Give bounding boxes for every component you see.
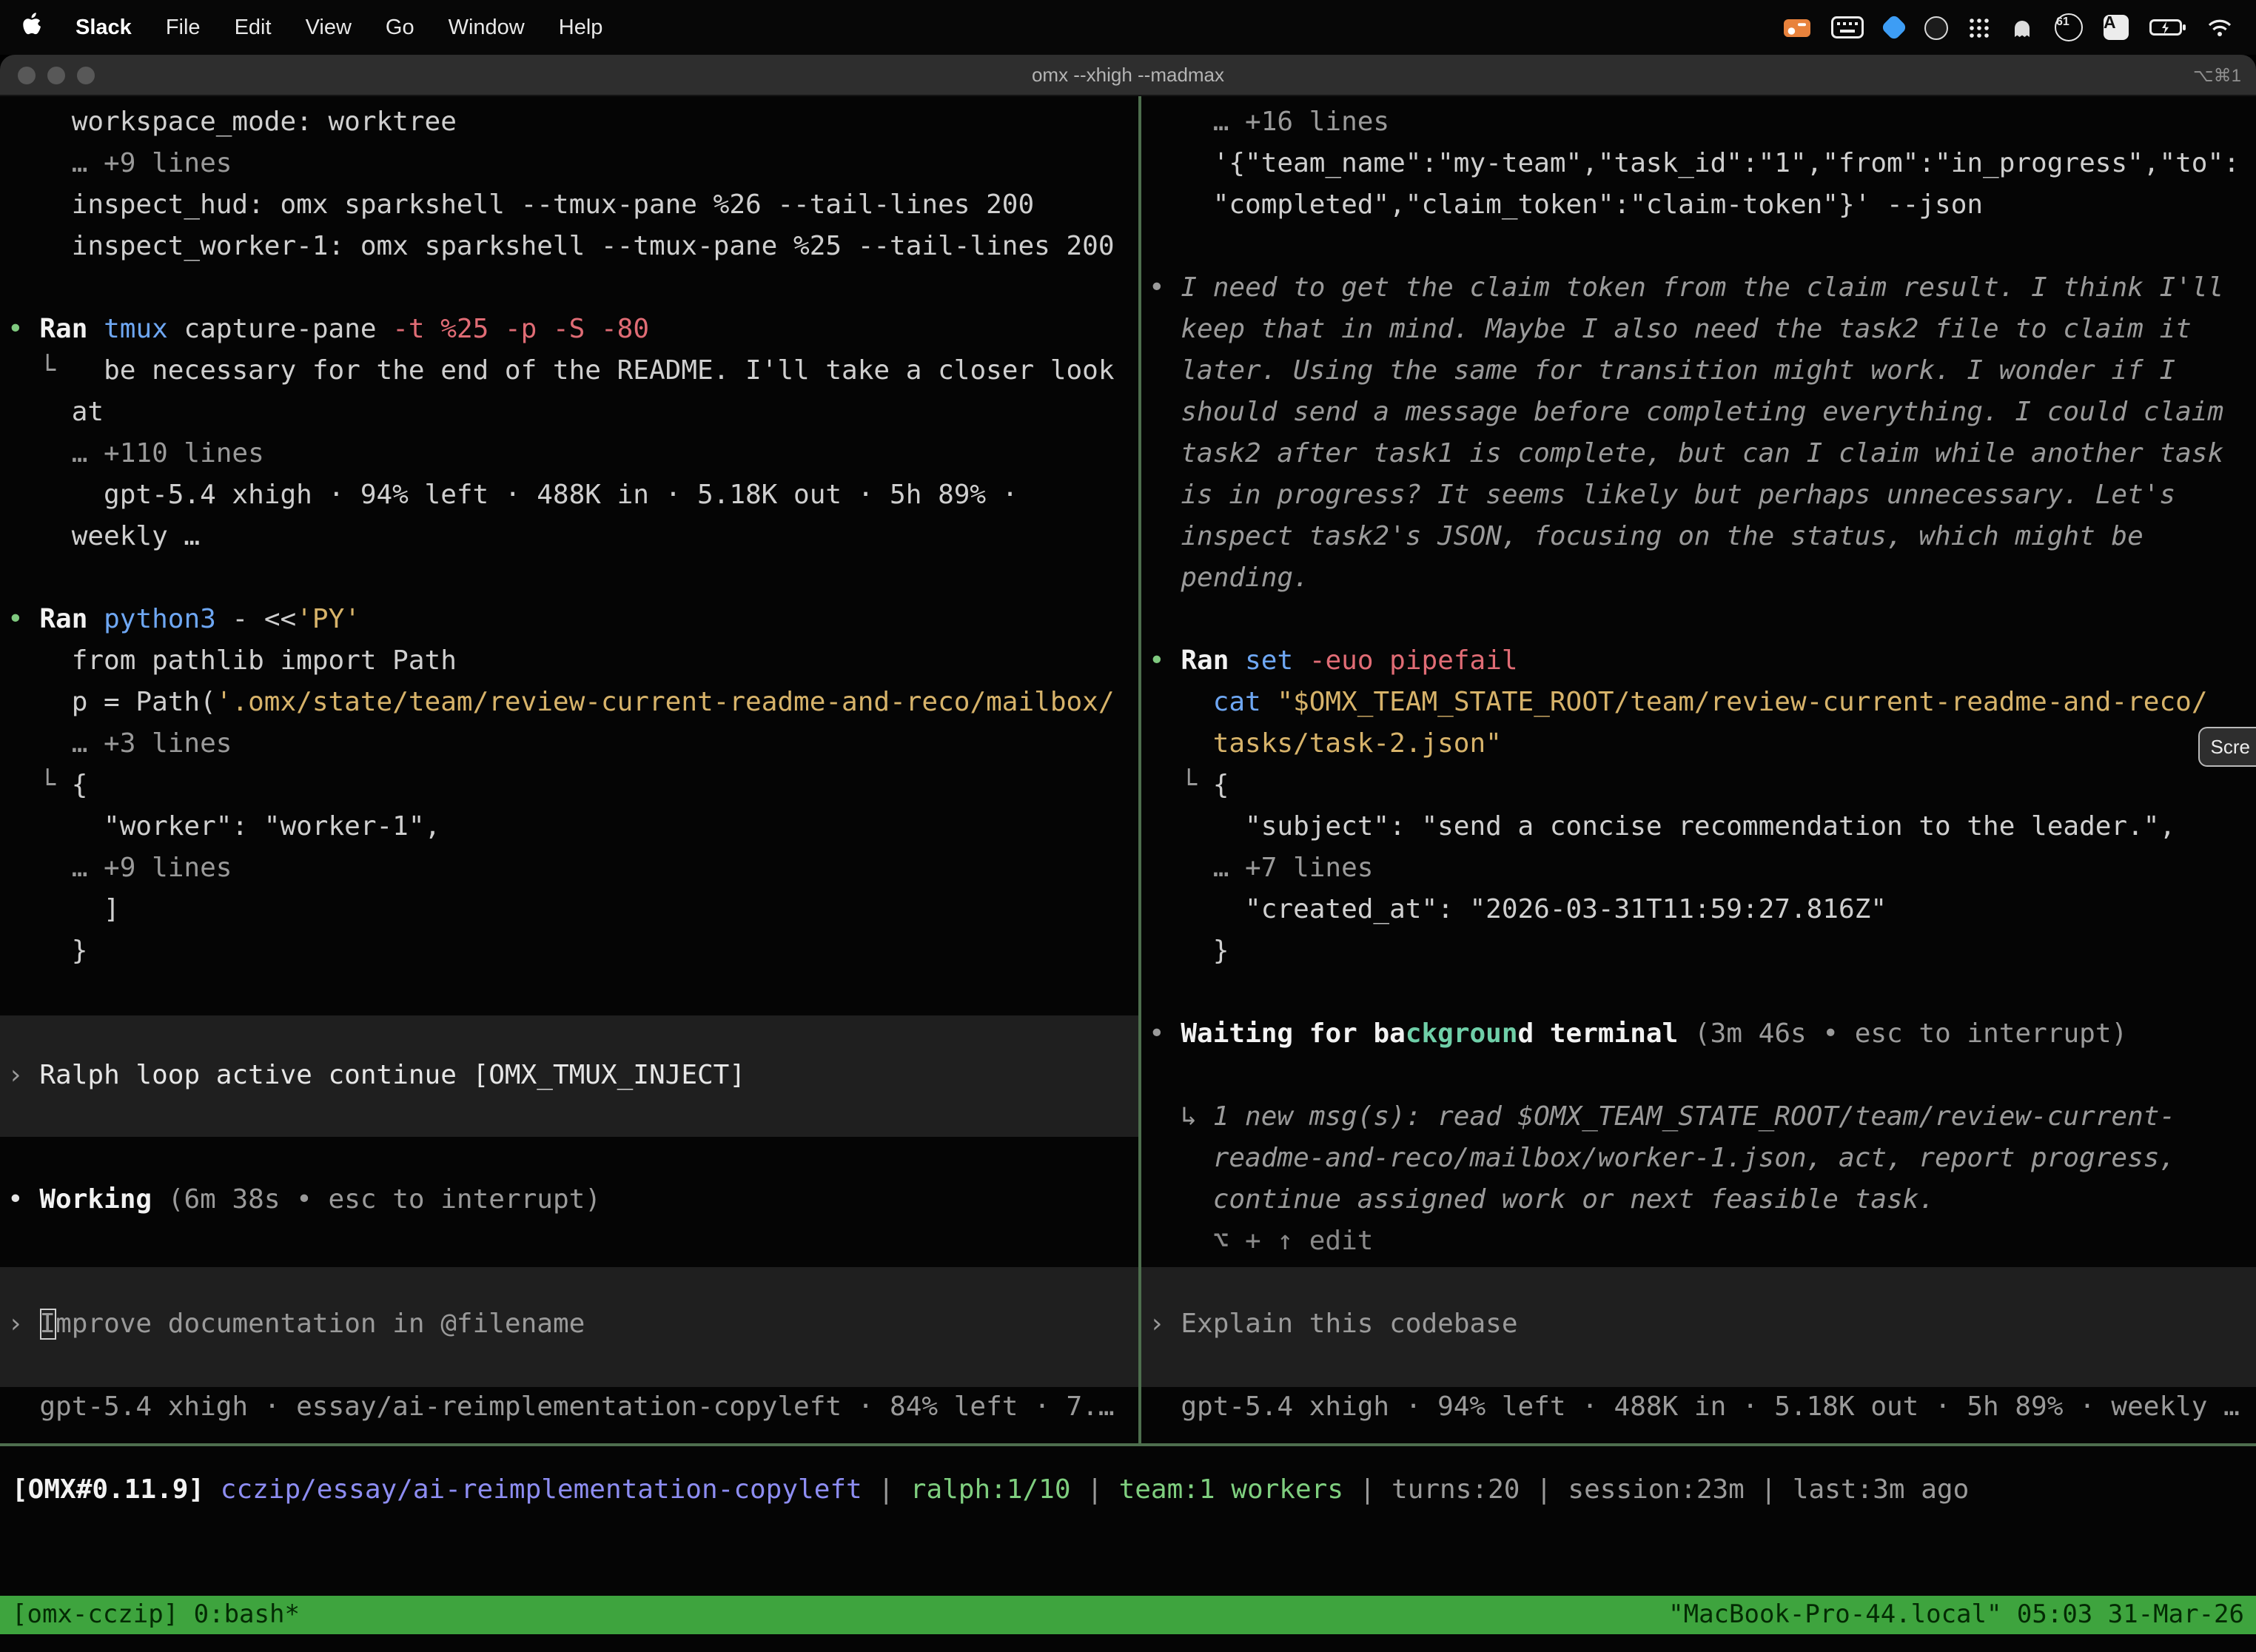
omx-separator: | bbox=[1071, 1474, 1119, 1505]
terminal-row: cat "$OMX_TEAM_STATE_ROOT/team/review-cu… bbox=[1149, 682, 2208, 724]
wifi-icon[interactable] bbox=[2207, 18, 2232, 37]
window-title: omx --xhigh --madmax bbox=[0, 55, 2256, 96]
terminal-window: omx --xhigh --madmax ⌥⌘1 workspace_mode:… bbox=[0, 55, 2256, 1652]
menu-view[interactable]: View bbox=[306, 16, 352, 39]
menu-bar: Slack File Edit View Go Window Help 61 bbox=[0, 0, 2256, 55]
battery-percent-value: 61 bbox=[2056, 15, 2081, 28]
window-titlebar[interactable]: omx --xhigh --madmax ⌥⌘1 bbox=[0, 55, 2256, 96]
menu-app-name[interactable]: Slack bbox=[75, 16, 132, 39]
tmux-host-clock: "MacBook-Pro-44.local" 05:03 31-Mar-26 bbox=[1668, 1594, 2244, 1636]
terminal-row: … +7 lines bbox=[1149, 848, 1373, 890]
terminal-row: • I need to get the claim token from the… bbox=[1149, 268, 2223, 309]
menu-file[interactable]: File bbox=[166, 16, 201, 39]
tmux-status-bar: [omx-cczip] 0:bash* "MacBook-Pro-44.loca… bbox=[0, 1596, 2256, 1634]
terminal-row: • Ran set -euo pipefail bbox=[1149, 641, 1518, 682]
input-source-letter: A bbox=[2104, 15, 2129, 33]
omx-session-stats: | turns:20 | session:23m | last:3m ago bbox=[1343, 1474, 1969, 1505]
menu-window[interactable]: Window bbox=[449, 16, 525, 39]
apple-menu-icon[interactable] bbox=[21, 12, 41, 43]
omx-separator: | bbox=[862, 1474, 910, 1505]
screen-recording-indicator-icon[interactable] bbox=[1784, 17, 1810, 38]
terminal-row: pending. bbox=[1149, 558, 1309, 600]
terminal-row: ⌥ + ↑ edit bbox=[1149, 1221, 1373, 1263]
terminal-row: keep that in mind. Maybe I also need the… bbox=[1149, 309, 2192, 351]
ghost-icon[interactable] bbox=[2010, 17, 2034, 38]
terminal-row: later. Using the same for transition mig… bbox=[1149, 351, 2175, 392]
terminal-row: continue assigned work or next feasible … bbox=[1149, 1180, 1935, 1221]
omx-ralph-counter: ralph:1/10 bbox=[910, 1474, 1071, 1505]
terminal-row: └ { bbox=[1149, 765, 1229, 807]
terminal-row: tasks/task-2.json" bbox=[1149, 724, 1502, 765]
menu-bar-status-icons: 61 A bbox=[1784, 13, 2232, 41]
terminal-row: "created_at": "2026-03-31T11:59:27.816Z" bbox=[1149, 890, 1887, 931]
terminal-row: ↳ 1 new msg(s): read $OMX_TEAM_STATE_ROO… bbox=[1149, 1097, 2175, 1138]
input-source-icon[interactable]: A bbox=[2104, 15, 2129, 40]
screen: Slack File Edit View Go Window Help 61 bbox=[0, 0, 2256, 1652]
prompt-input-line[interactable]: › Explain this codebase bbox=[1149, 1304, 1518, 1346]
shield-icon[interactable] bbox=[1924, 16, 1948, 39]
menu-go[interactable]: Go bbox=[386, 16, 414, 39]
menu-help[interactable]: Help bbox=[559, 16, 603, 39]
terminal-row: "completed","claim_token":"claim-token"}… bbox=[1149, 185, 1983, 226]
apps-grid-icon[interactable] bbox=[1969, 17, 1990, 38]
battery-icon[interactable] bbox=[2149, 18, 2186, 37]
terminal-row: "subject": "send a concise recommendatio… bbox=[1149, 807, 2175, 848]
screenshot-notification[interactable]: Scre bbox=[2199, 727, 2256, 767]
keyboard-icon[interactable] bbox=[1831, 16, 1864, 38]
terminal-row: '{"team_name":"my-team","task_id":"1","f… bbox=[1149, 144, 2240, 185]
terminal-row: readme-and-reco/mailbox/worker-1.json, a… bbox=[1149, 1138, 2175, 1180]
terminal-row: • Waiting for background terminal (3m 46… bbox=[1149, 1014, 2127, 1055]
omx-team-workers: team:1 workers bbox=[1119, 1474, 1343, 1505]
battery-percent-icon[interactable]: 61 bbox=[2055, 13, 2083, 41]
terminal-row: should send a message before completing … bbox=[1149, 392, 2223, 434]
terminal-row: inspect task2's JSON, focusing on the st… bbox=[1149, 517, 2143, 558]
launcher-icon[interactable] bbox=[1881, 14, 1908, 41]
omx-status-line: [OMX#0.11.9] cczip/essay/ai-reimplementa… bbox=[12, 1470, 1969, 1511]
omx-version: [OMX#0.11.9] bbox=[12, 1474, 204, 1505]
terminal-row: … +16 lines bbox=[1149, 102, 1389, 144]
terminal-row: } bbox=[1149, 931, 1229, 973]
menu-bar-left: Slack File Edit View Go Window Help bbox=[21, 12, 602, 43]
tmux-session-window-label[interactable]: [omx-cczip] 0:bash* bbox=[12, 1594, 300, 1636]
terminal-content: workspace_mode: worktree … +9 lines insp… bbox=[0, 96, 2256, 1652]
terminal-row: task2 after task1 is complete, but can I… bbox=[1149, 434, 2223, 475]
omx-worktree-path: cczip/essay/ai-reimplementation-copyleft bbox=[204, 1474, 862, 1505]
pane-right: … +16 lines '{"team_name":"my-team","tas… bbox=[0, 96, 2256, 1652]
terminal-row: gpt-5.4 xhigh · 94% left · 488K in · 5.1… bbox=[1149, 1387, 2240, 1428]
window-shortcut-hint: ⌥⌘1 bbox=[2193, 55, 2241, 96]
menu-edit[interactable]: Edit bbox=[235, 16, 272, 39]
terminal-row: is in progress? It seems likely but perh… bbox=[1149, 475, 2175, 517]
